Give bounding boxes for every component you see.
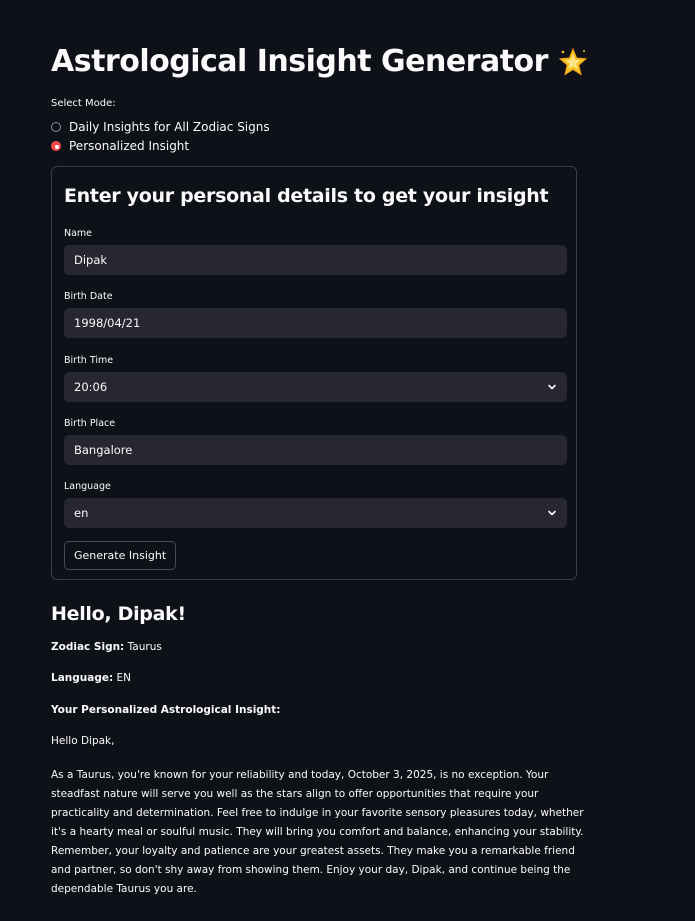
- birth-date-input[interactable]: 1998/04/21: [64, 308, 567, 338]
- zodiac-sign-line: Zodiac Sign: Taurus: [51, 641, 162, 653]
- zodiac-sign-label: Zodiac Sign:: [51, 641, 125, 653]
- radio-daily-label: Daily Insights for All Zodiac Signs: [69, 119, 270, 134]
- personal-details-form: Enter your personal details to get your …: [51, 166, 577, 580]
- birth-place-value: Bangalore: [74, 443, 133, 457]
- greeting-heading: Hello, Dipak!: [51, 603, 186, 625]
- form-heading: Enter your personal details to get your …: [64, 185, 549, 207]
- generate-insight-button[interactable]: Generate Insight: [64, 541, 177, 570]
- insight-heading-line: Your Personalized Astrological Insight:: [51, 704, 281, 716]
- language-label: Language: [64, 481, 111, 492]
- insight-result: Hello, Dipak! Zodiac Sign: Taurus Langua…: [51, 600, 591, 895]
- language-result-value: EN: [116, 672, 132, 684]
- mode-radio-group: Daily Insights for All Zodiac Signs Pers…: [51, 117, 270, 155]
- birth-place-input[interactable]: Bangalore: [64, 435, 567, 465]
- glowing-star-icon: [558, 47, 588, 76]
- radio-personalized-insight[interactable]: Personalized Insight: [51, 136, 270, 155]
- chevron-down-icon: [548, 510, 556, 516]
- radio-personalized-label: Personalized Insight: [69, 138, 190, 153]
- page-title: Astrological Insight Generator: [51, 44, 548, 79]
- birth-place-label: Birth Place: [64, 418, 116, 429]
- language-line: Language: EN: [51, 672, 131, 684]
- insight-heading: Your Personalized Astrological Insight:: [51, 704, 281, 716]
- language-value: en: [74, 506, 89, 520]
- birth-date-value: 1998/04/21: [74, 316, 141, 330]
- name-label: Name: [64, 228, 93, 239]
- language-select[interactable]: en: [64, 498, 567, 528]
- zodiac-sign-value: Taurus: [127, 641, 162, 653]
- title-row: Astrological Insight Generator: [51, 42, 588, 82]
- birth-time-value: 20:06: [74, 380, 108, 394]
- birth-time-select[interactable]: 20:06: [64, 372, 567, 402]
- chevron-down-icon: [548, 384, 556, 390]
- mode-label: Select Mode:: [51, 98, 116, 109]
- radio-daily-insights[interactable]: Daily Insights for All Zodiac Signs: [51, 117, 270, 136]
- radio-daily-indicator[interactable]: [51, 121, 61, 132]
- language-result-label: Language:: [51, 672, 114, 684]
- birth-date-label: Birth Date: [64, 291, 113, 302]
- app-page: Astrological Insight Generator Select Mo…: [0, 0, 695, 921]
- insight-paragraph: As a Taurus, you're known for your relia…: [51, 769, 584, 895]
- radio-personalized-indicator[interactable]: [51, 140, 61, 151]
- birth-time-label: Birth Time: [64, 355, 114, 366]
- salutation-line: Hello Dipak,: [51, 735, 115, 747]
- name-input[interactable]: Dipak: [64, 245, 567, 275]
- name-value: Dipak: [74, 253, 108, 267]
